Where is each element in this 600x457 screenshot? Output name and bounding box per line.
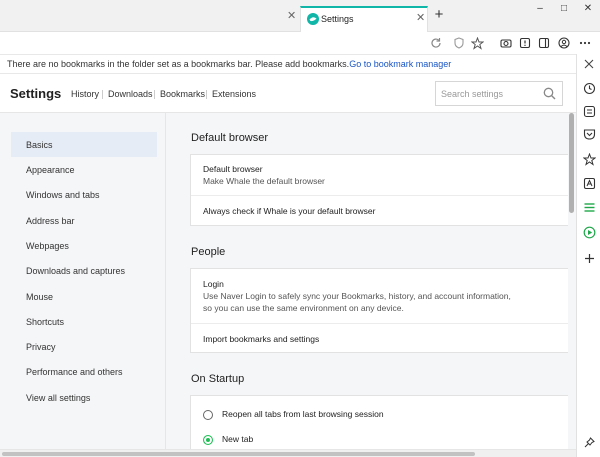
login-desc-line-1: Use Naver Login to safely sync your Book… bbox=[203, 291, 511, 301]
close-tab-icon[interactable]: ✕ bbox=[287, 11, 296, 22]
bookmark-bar: There are no bookmarks in the folder set… bbox=[0, 54, 578, 74]
section-title-people: People bbox=[191, 246, 226, 258]
settings-sidebar: Basics Appearance Windows and tabs Addre… bbox=[0, 113, 166, 449]
login-row[interactable]: Login Use Naver Login to safely sync you… bbox=[191, 278, 576, 314]
section-title-on-startup: On Startup bbox=[191, 373, 245, 385]
pocket-icon[interactable] bbox=[581, 126, 597, 142]
bookmark-star-icon[interactable] bbox=[469, 35, 485, 51]
radio-new-tab-label[interactable]: New tab bbox=[222, 434, 253, 444]
radio-new-tab[interactable] bbox=[203, 435, 213, 445]
minimize-button[interactable]: – bbox=[532, 2, 548, 16]
sidebar-item-view-all-settings[interactable]: View all settings bbox=[11, 385, 157, 410]
shield-icon[interactable] bbox=[451, 35, 467, 51]
default-browser-row[interactable]: Default browser Make Whale the default b… bbox=[191, 163, 576, 187]
sidebar-item-downloads-and-captures[interactable]: Downloads and captures bbox=[11, 258, 157, 283]
pin-icon[interactable] bbox=[581, 434, 597, 450]
more-menu-icon[interactable] bbox=[577, 35, 593, 51]
notification-icon[interactable] bbox=[517, 35, 533, 51]
default-browser-title: Default browser bbox=[203, 164, 263, 174]
login-title: Login bbox=[203, 279, 224, 289]
toolbar bbox=[0, 32, 600, 54]
startup-card: Reopen all tabs from last browsing sessi… bbox=[190, 395, 576, 449]
radio-reopen-tabs-label[interactable]: Reopen all tabs from last browsing sessi… bbox=[222, 409, 384, 419]
sidebar-item-webpages[interactable]: Webpages bbox=[11, 233, 157, 258]
nav-extensions-link[interactable]: Extensions bbox=[212, 89, 256, 99]
sidebar-item-address-bar[interactable]: Address bar bbox=[11, 208, 157, 233]
close-icon[interactable] bbox=[581, 56, 597, 72]
sidebar-item-performance-and-others[interactable]: Performance and others bbox=[11, 359, 157, 384]
divider bbox=[191, 195, 576, 196]
side-panel bbox=[576, 54, 600, 457]
always-check-row[interactable]: Always check if Whale is your default br… bbox=[191, 205, 576, 217]
default-browser-card: Default browser Make Whale the default b… bbox=[190, 154, 576, 226]
vertical-scrollbar[interactable] bbox=[568, 113, 576, 449]
divider bbox=[191, 323, 576, 324]
default-browser-desc: Make Whale the default browser bbox=[203, 176, 325, 186]
scrollbar-thumb[interactable] bbox=[2, 452, 475, 456]
section-title-default-browser: Default browser bbox=[191, 132, 269, 144]
maximize-button[interactable]: □ bbox=[556, 2, 572, 16]
history-icon[interactable] bbox=[581, 80, 597, 96]
sidebar-item-appearance[interactable]: Appearance bbox=[11, 157, 157, 182]
play-icon[interactable] bbox=[581, 224, 597, 240]
new-tab-button[interactable]: + bbox=[432, 7, 446, 23]
add-panel-icon[interactable] bbox=[581, 250, 597, 266]
login-desc-line-2: so you can use the same environment on a… bbox=[203, 303, 404, 313]
reload-icon[interactable] bbox=[428, 35, 444, 51]
bookmark-manager-link[interactable]: Go to bookmark manager bbox=[349, 59, 451, 69]
always-check-label: Always check if Whale is your default br… bbox=[203, 206, 376, 216]
import-bookmarks-row[interactable]: Import bookmarks and settings bbox=[191, 333, 576, 345]
tab-title: Settings bbox=[321, 14, 354, 24]
sidebar-item-privacy[interactable]: Privacy bbox=[11, 334, 157, 359]
radio-reopen-tabs[interactable] bbox=[203, 410, 213, 420]
tab-settings[interactable]: Settings ✕ bbox=[300, 6, 428, 32]
horizontal-scrollbar[interactable] bbox=[0, 449, 576, 457]
import-bookmarks-label: Import bookmarks and settings bbox=[203, 334, 320, 344]
settings-content: Default browser Default browser Make Wha… bbox=[166, 113, 576, 449]
sidebar-toggle-icon[interactable] bbox=[536, 35, 552, 51]
tab-strip: ✕ Settings ✕ + – □ ✕ bbox=[0, 0, 600, 32]
people-card: Login Use Naver Login to safely sync you… bbox=[190, 268, 576, 353]
sidebar-item-basics[interactable]: Basics bbox=[11, 132, 157, 157]
favorites-star-icon[interactable] bbox=[581, 151, 597, 167]
nav-divider bbox=[102, 90, 103, 99]
search-box bbox=[435, 81, 563, 106]
bookmark-bar-message: There are no bookmarks in the folder set… bbox=[7, 59, 350, 69]
sidebar-item-mouse[interactable]: Mouse bbox=[11, 284, 157, 309]
nav-divider bbox=[206, 90, 207, 99]
scrollbar-thumb[interactable] bbox=[569, 113, 574, 213]
nav-bookmarks-link[interactable]: Bookmarks bbox=[160, 89, 205, 99]
capture-icon[interactable] bbox=[498, 35, 514, 51]
profile-icon[interactable] bbox=[556, 35, 572, 51]
sidebar-item-windows-and-tabs[interactable]: Windows and tabs bbox=[11, 182, 157, 207]
settings-header: Settings History Downloads Bookmarks Ext… bbox=[0, 75, 576, 113]
search-icon[interactable] bbox=[543, 87, 556, 100]
close-tab-icon[interactable]: ✕ bbox=[416, 13, 425, 24]
list-icon[interactable] bbox=[581, 199, 597, 215]
translate-icon[interactable] bbox=[581, 175, 597, 191]
sidebar-item-shortcuts[interactable]: Shortcuts bbox=[11, 309, 157, 334]
nav-downloads-link[interactable]: Downloads bbox=[108, 89, 153, 99]
close-window-button[interactable]: ✕ bbox=[580, 2, 596, 16]
nav-history-link[interactable]: History bbox=[71, 89, 99, 99]
whale-logo-icon bbox=[307, 13, 319, 25]
page-title: Settings bbox=[10, 86, 62, 101]
reader-icon[interactable] bbox=[581, 103, 597, 119]
inactive-tab[interactable]: ✕ bbox=[0, 0, 298, 32]
search-input[interactable] bbox=[441, 87, 539, 101]
nav-divider bbox=[154, 90, 155, 99]
